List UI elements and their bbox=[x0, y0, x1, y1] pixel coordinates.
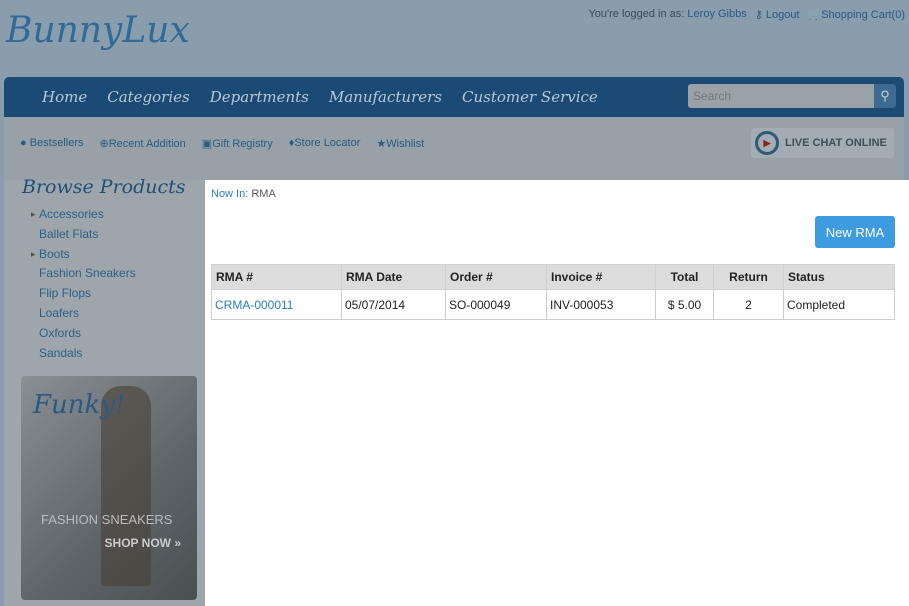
user-link[interactable]: Leroy Gibbs bbox=[687, 8, 746, 20]
category-ballet-flats[interactable]: Ballet Flats bbox=[34, 225, 136, 245]
chat-play-icon: ▶ bbox=[755, 131, 779, 155]
order-number: SO-000049 bbox=[445, 289, 547, 320]
breadcrumb: Now In: RMA bbox=[211, 188, 276, 200]
category-oxfords[interactable]: Oxfords bbox=[34, 324, 136, 344]
nav-departments[interactable]: Departments bbox=[210, 88, 309, 106]
category-loafers[interactable]: Loafers bbox=[34, 304, 136, 324]
nav-home[interactable]: Home bbox=[42, 88, 87, 106]
col-status: Status bbox=[783, 264, 895, 290]
cart-icon: 🛒 bbox=[807, 9, 822, 21]
search-box: ⚲ bbox=[688, 84, 896, 108]
col-rma: RMA # bbox=[211, 264, 342, 290]
col-rma-date: RMA Date bbox=[341, 264, 446, 290]
top-bar: You're logged in as: Leroy Gibbs ⚷ Logou… bbox=[588, 8, 905, 21]
gift-icon: ▣ bbox=[201, 138, 213, 150]
link-bestsellers[interactable]: ● Bestsellers bbox=[20, 137, 84, 150]
category-sandals[interactable]: Sandals bbox=[34, 344, 136, 364]
gift-registry-label: Gift Registry bbox=[212, 138, 273, 150]
search-icon: ⚲ bbox=[880, 88, 890, 103]
main-content: Now In: RMA New RMA RMA # RMA Date Order… bbox=[205, 180, 909, 606]
nav-customer-service[interactable]: Customer Service bbox=[462, 88, 598, 106]
nav-categories[interactable]: Categories bbox=[107, 88, 190, 106]
star-icon: ★ bbox=[376, 138, 387, 150]
return-qty: 2 bbox=[713, 289, 784, 320]
live-chat-button[interactable]: ▶ LIVE CHAT ONLINE bbox=[751, 128, 894, 158]
total: $ 5.00 bbox=[655, 289, 714, 320]
col-total: Total bbox=[655, 264, 714, 290]
status: Completed bbox=[783, 289, 895, 320]
search-input[interactable] bbox=[688, 84, 874, 108]
cart-link[interactable]: 🛒Shopping Cart(0) bbox=[808, 8, 905, 21]
cart-label: Shopping Cart(0) bbox=[821, 9, 905, 21]
search-button[interactable]: ⚲ bbox=[874, 84, 896, 108]
link-store-locator[interactable]: ♦Store Locator bbox=[289, 137, 361, 150]
category-boots[interactable]: Boots bbox=[31, 245, 136, 265]
shop-now-link[interactable]: SHOP NOW » bbox=[105, 536, 181, 550]
logout-link[interactable]: ⚷ Logout bbox=[755, 8, 800, 21]
nav-manufacturers[interactable]: Manufacturers bbox=[329, 88, 442, 106]
bestsellers-label: Bestsellers bbox=[29, 137, 84, 149]
rma-table: RMA # RMA Date Order # Invoice # Total R… bbox=[211, 264, 895, 320]
col-invoice: Invoice # bbox=[546, 264, 656, 290]
col-order: Order # bbox=[445, 264, 547, 290]
col-return: Return bbox=[713, 264, 784, 290]
rma-link[interactable]: CRMA-000011 bbox=[215, 298, 293, 312]
new-rma-button[interactable]: New RMA bbox=[815, 216, 895, 248]
rma-date: 05/07/2014 bbox=[341, 289, 446, 320]
tag-icon: ● bbox=[20, 137, 27, 149]
live-chat-label: LIVE CHAT ONLINE bbox=[785, 137, 887, 149]
main-nav: Home Categories Departments Manufacturer… bbox=[4, 77, 904, 117]
table-row: CRMA-000011 05/07/2014 SO-000049 INV-000… bbox=[211, 289, 895, 320]
link-wishlist[interactable]: ★Wishlist bbox=[376, 137, 424, 150]
store-locator-label: Store Locator bbox=[294, 137, 361, 149]
category-accessories[interactable]: Accessories bbox=[31, 205, 136, 225]
category-flip-flops[interactable]: Flip Flops bbox=[34, 284, 136, 304]
link-recent-addition[interactable]: ⊕Recent Addition bbox=[100, 137, 186, 150]
invoice-number: INV-000053 bbox=[546, 289, 656, 320]
sidebar: Browse Products Accessories Ballet Flats… bbox=[4, 176, 205, 606]
promo-banner[interactable]: Funky! FASHION SNEAKERS SHOP NOW » bbox=[21, 376, 197, 600]
category-fashion-sneakers[interactable]: Fashion Sneakers bbox=[34, 264, 136, 284]
logout-label: Logout bbox=[765, 9, 800, 21]
plus-circle-icon: ⊕ bbox=[99, 138, 109, 150]
logo[interactable]: BunnyLux bbox=[6, 10, 190, 51]
category-list: Accessories Ballet Flats Boots Fashion S… bbox=[31, 205, 136, 364]
sub-nav: ● Bestsellers ⊕Recent Addition ▣Gift Reg… bbox=[4, 117, 904, 180]
breadcrumb-current: RMA bbox=[251, 188, 276, 200]
logged-in-label: You're logged in as: Leroy Gibbs bbox=[588, 8, 747, 20]
banner-title: Funky! bbox=[33, 390, 126, 420]
wishlist-label: Wishlist bbox=[386, 138, 425, 150]
key-icon: ⚷ bbox=[754, 9, 763, 21]
link-gift-registry[interactable]: ▣Gift Registry bbox=[202, 137, 273, 150]
browse-products-title: Browse Products bbox=[22, 176, 186, 198]
banner-subtitle: FASHION SNEAKERS bbox=[41, 512, 173, 527]
breadcrumb-label: Now In: bbox=[211, 188, 249, 200]
recent-addition-label: Recent Addition bbox=[108, 138, 186, 150]
